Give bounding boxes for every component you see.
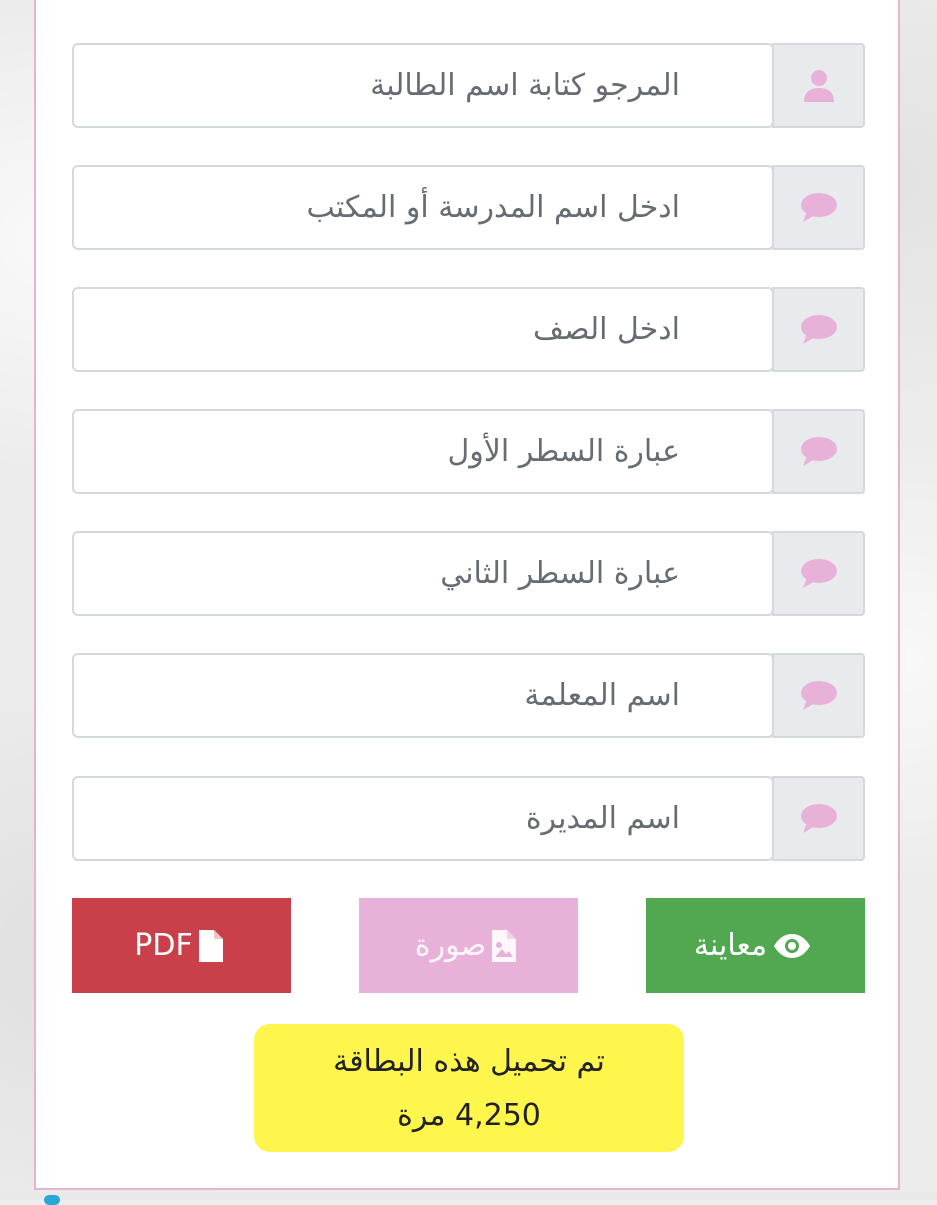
school-name-input[interactable]: ادخل اسم المدرسة أو المكتب — [72, 165, 774, 250]
preview-button[interactable]: معاينة — [646, 898, 865, 993]
first-line-row: عبارة السطر الأول — [72, 409, 865, 496]
comment-icon — [800, 558, 837, 588]
preview-button-label: معاينة — [693, 928, 768, 963]
download-count: 4,250 مرة — [397, 1098, 541, 1133]
student-name-addon — [772, 43, 865, 128]
second-line-input[interactable]: عبارة السطر الثاني — [72, 531, 774, 616]
pdf-button[interactable]: PDF — [72, 898, 291, 993]
file-icon — [198, 929, 223, 962]
user-icon — [803, 69, 834, 102]
comment-icon — [800, 314, 837, 344]
download-counter: تم تحميل هذه البطاقة 4,250 مرة — [254, 1024, 684, 1152]
school-name-addon — [772, 165, 865, 250]
teacher-name-input[interactable]: اسم المعلمة — [72, 653, 774, 738]
first-line-addon — [772, 409, 865, 494]
second-line-row: عبارة السطر الثاني — [72, 531, 865, 618]
eye-icon — [773, 933, 811, 959]
principal-name-row: اسم المديرة — [72, 776, 865, 863]
principal-name-addon — [772, 776, 865, 861]
grade-row: ادخل الصف — [72, 287, 865, 374]
pdf-button-label: PDF — [134, 928, 193, 963]
grade-addon — [772, 287, 865, 372]
teacher-name-row: اسم المعلمة — [72, 653, 865, 740]
school-name-row: ادخل اسم المدرسة أو المكتب — [72, 165, 865, 252]
comment-icon — [800, 680, 837, 710]
second-line-addon — [772, 531, 865, 616]
student-name-input[interactable]: المرجو كتابة اسم الطالبة — [72, 43, 774, 128]
comment-icon — [800, 803, 837, 833]
principal-name-input[interactable]: اسم المديرة — [72, 776, 774, 861]
image-button-label: صورة — [414, 928, 487, 963]
student-name-row: المرجو كتابة اسم الطالبة — [72, 43, 865, 130]
grade-input[interactable]: ادخل الصف — [72, 287, 774, 372]
comment-icon — [800, 436, 837, 466]
scroll-indicator — [44, 1195, 60, 1205]
comment-icon — [800, 192, 837, 222]
download-counter-text: تم تحميل هذه البطاقة — [333, 1044, 605, 1079]
page-bottom-edge — [0, 1192, 937, 1200]
first-line-input[interactable]: عبارة السطر الأول — [72, 409, 774, 494]
image-file-icon — [492, 929, 517, 962]
image-button[interactable]: صورة — [359, 898, 578, 993]
teacher-name-addon — [772, 653, 865, 738]
